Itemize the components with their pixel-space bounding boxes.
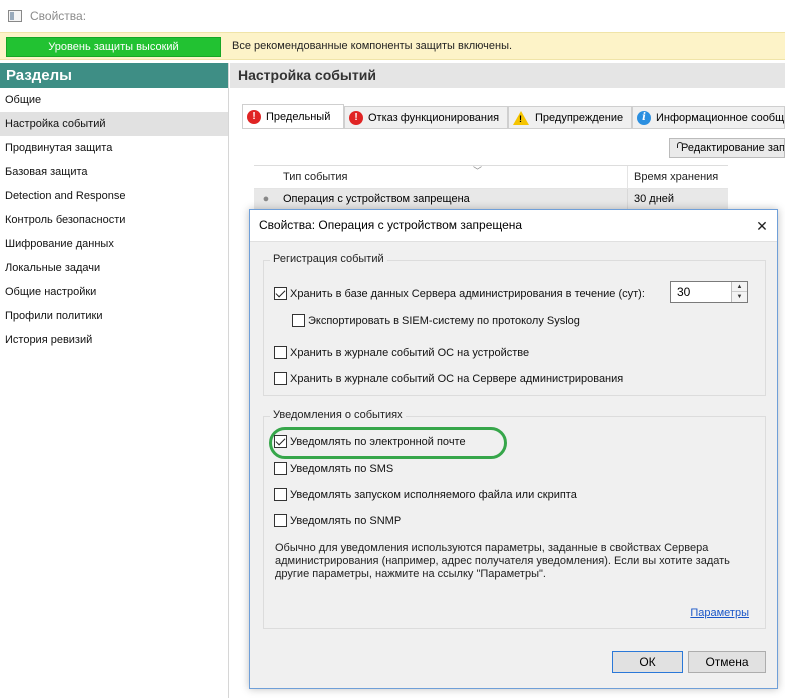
edit-locked-button[interactable]: Редактирование запрещено — [669, 138, 785, 158]
tab-warning[interactable]: Предупреждение — [508, 106, 632, 128]
ok-button[interactable]: ОК — [612, 651, 683, 673]
notify-exec-label: Уведомлять запуском исполняемого файла и… — [290, 488, 577, 501]
notify-email-label: Уведомлять по электронной почте — [290, 435, 466, 448]
tab-functional-failure[interactable]: ! Отказ функционирования — [344, 106, 508, 128]
dialog-titlebar: Свойства: Операция с устройством запреще… — [250, 210, 777, 242]
table-row[interactable]: ● Операция с устройством запрещена 30 дн… — [254, 189, 728, 209]
retention-days-value[interactable]: 30 — [677, 282, 690, 302]
column-header-event-type[interactable]: ﹀ Тип события — [278, 166, 628, 188]
error-icon: ! — [349, 110, 363, 125]
store-os-server-label: Хранить в журнале событий ОС на Сервере … — [290, 372, 624, 385]
column-header-retention[interactable]: Время хранения — [628, 166, 728, 188]
tab-label: Отказ функционирования — [368, 111, 500, 124]
tab-label: Предельный — [266, 110, 331, 123]
header-spacer — [254, 166, 278, 188]
notify-snmp-checkbox[interactable] — [274, 514, 287, 527]
sidebar-item-security-control[interactable]: Контроль безопасности — [0, 208, 228, 232]
column-header-label: Тип события — [283, 171, 348, 183]
spinner-buttons: ▲ ▼ — [731, 282, 747, 302]
sidebar-item-advanced-protection[interactable]: Продвинутая защита — [0, 136, 228, 160]
tab-divider — [242, 128, 785, 129]
tab-label: Информационное сообщение — [656, 111, 785, 124]
store-db-option[interactable]: Хранить в базе данных Сервера администри… — [274, 287, 645, 300]
export-siem-option[interactable]: Экспортировать в SIEM-систему по протоко… — [292, 314, 580, 327]
notify-snmp-label: Уведомлять по SNMP — [290, 514, 402, 527]
export-siem-label: Экспортировать в SIEM-систему по протоко… — [308, 314, 580, 327]
events-table: ﹀ Тип события Время хранения ● Операция … — [254, 165, 728, 209]
severity-tabs: ! Предельный ! Отказ функционирования Пр… — [242, 104, 785, 128]
sections-sidebar: Разделы Общие Настройка событий Продвину… — [0, 63, 229, 698]
window-icon — [8, 10, 22, 22]
row-status-dot-icon: ● — [262, 193, 270, 205]
sidebar-item-event-settings[interactable]: Настройка событий — [0, 112, 228, 136]
store-db-label: Хранить в базе данных Сервера администри… — [290, 287, 645, 300]
dialog-title: Свойства: Операция с устройством запреще… — [259, 218, 523, 232]
group-legend: Регистрация событий — [270, 253, 387, 265]
notify-email-option[interactable]: Уведомлять по электронной почте — [274, 435, 466, 448]
warning-icon — [513, 110, 529, 125]
event-notifications-group: Уведомления о событиях Уведомлять по эле… — [263, 409, 766, 629]
sidebar-item-general[interactable]: Общие — [0, 88, 228, 112]
parameters-link[interactable]: Параметры — [690, 607, 749, 619]
event-properties-dialog: Свойства: Операция с устройством запреще… — [249, 209, 778, 689]
tab-critical[interactable]: ! Предельный — [242, 104, 344, 128]
cell-event-type: Операция с устройством запрещена — [278, 189, 628, 209]
export-siem-checkbox[interactable] — [292, 314, 305, 327]
event-registration-group: Регистрация событий Хранить в базе данны… — [263, 253, 766, 396]
critical-icon: ! — [247, 109, 261, 124]
notify-sms-option[interactable]: Уведомлять по SMS — [274, 462, 393, 475]
info-icon: i — [637, 110, 651, 125]
sidebar-item-policy-profiles[interactable]: Профили политики — [0, 304, 228, 328]
spin-down-icon[interactable]: ▼ — [732, 292, 747, 302]
sidebar-item-general-settings[interactable]: Общие настройки — [0, 280, 228, 304]
protection-status-bar: Уровень защиты высокий Все рекомендованн… — [0, 32, 785, 60]
store-os-server-option[interactable]: Хранить в журнале событий ОС на Сервере … — [274, 372, 623, 385]
sort-icon: ﹀ — [473, 166, 483, 176]
sidebar-item-data-encryption[interactable]: Шифрование данных — [0, 232, 228, 256]
cell-retention: 30 дней — [634, 193, 675, 205]
notify-sms-checkbox[interactable] — [274, 462, 287, 475]
sidebar-item-revision-history[interactable]: История ревизий — [0, 328, 228, 352]
store-os-device-label: Хранить в журнале событий ОС на устройст… — [290, 346, 530, 359]
notify-exec-checkbox[interactable] — [274, 488, 287, 501]
store-os-device-option[interactable]: Хранить в журнале событий ОС на устройст… — [274, 346, 529, 359]
notify-sms-label: Уведомлять по SMS — [290, 462, 394, 475]
cancel-button[interactable]: Отмена — [688, 651, 766, 673]
sidebar-item-basic-protection[interactable]: Базовая защита — [0, 160, 228, 184]
window-titlebar: Свойства: — [0, 0, 785, 32]
spin-up-icon[interactable]: ▲ — [732, 282, 747, 292]
tab-info[interactable]: i Информационное сообщение — [632, 106, 785, 128]
store-os-device-checkbox[interactable] — [274, 346, 287, 359]
protection-level-badge: Уровень защиты высокий — [6, 37, 221, 57]
notify-exec-option[interactable]: Уведомлять запуском исполняемого файла и… — [274, 488, 577, 501]
sidebar-list: Общие Настройка событий Продвинутая защи… — [0, 88, 228, 352]
notify-email-checkbox[interactable] — [274, 435, 287, 448]
notify-snmp-option[interactable]: Уведомлять по SNMP — [274, 514, 401, 527]
notification-note: Обычно для уведомления используются пара… — [275, 542, 730, 580]
table-header: ﹀ Тип события Время хранения — [254, 166, 728, 189]
window-title: Свойства: — [30, 9, 87, 23]
group-legend: Уведомления о событиях — [270, 409, 406, 421]
protection-status-message: Все рекомендованные компоненты защиты вк… — [232, 40, 513, 52]
store-db-checkbox[interactable] — [274, 287, 287, 300]
edit-locked-label: Редактирование запрещено — [681, 142, 785, 154]
retention-days-spinner[interactable]: 30 ▲ ▼ — [670, 281, 748, 303]
sidebar-header: Разделы — [0, 63, 228, 88]
sidebar-item-detection-response[interactable]: Detection and Response — [0, 184, 228, 208]
tab-label: Предупреждение — [535, 111, 624, 124]
page-title: Настройка событий — [230, 63, 785, 88]
close-icon[interactable]: ✕ — [747, 210, 777, 242]
store-os-server-checkbox[interactable] — [274, 372, 287, 385]
sidebar-item-local-tasks[interactable]: Локальные задачи — [0, 256, 228, 280]
